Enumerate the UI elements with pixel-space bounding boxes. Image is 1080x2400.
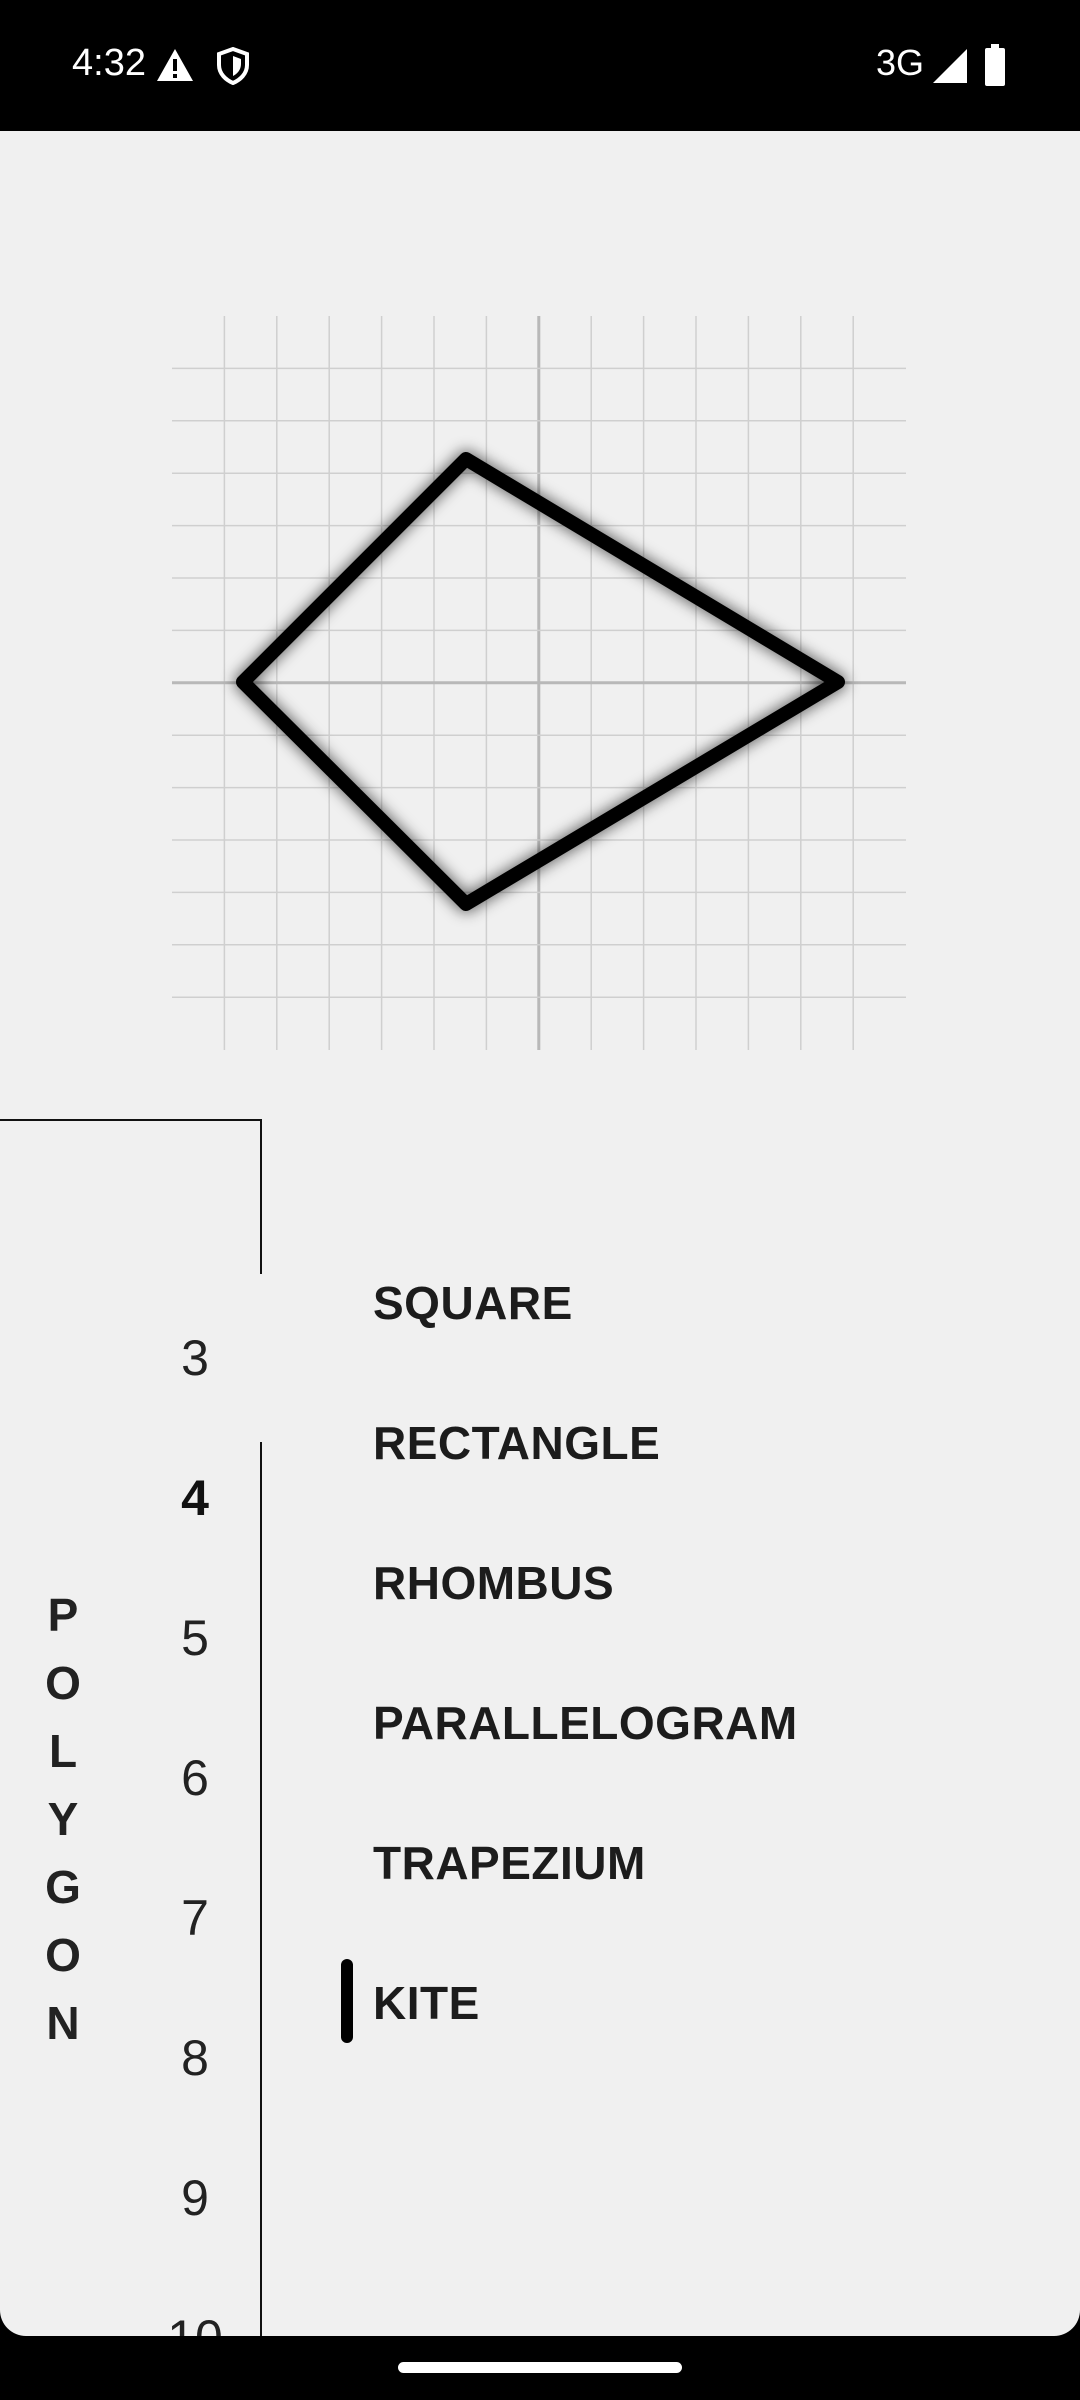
label-letter: L [48, 1725, 78, 1777]
label-letter: G [45, 1861, 81, 1913]
label-letter: O [45, 1929, 81, 1981]
sides-option-3[interactable]: 3 [130, 1329, 260, 1387]
shape-option-square[interactable]: SQUARE [373, 1276, 573, 1330]
shape-option-rectangle[interactable]: RECTANGLE [373, 1416, 660, 1470]
label-letter: Y [47, 1793, 79, 1845]
sides-option-7[interactable]: 7 [130, 1889, 260, 1947]
battery-icon [985, 44, 1005, 86]
sides-option-4[interactable]: 4 [130, 1469, 260, 1527]
navigation-bar [0, 2336, 1080, 2400]
polygon-vertical-label: P O L Y G O N [38, 1581, 88, 2057]
selection-indicator [341, 1959, 353, 2043]
shape-option-rhombus[interactable]: RHOMBUS [373, 1556, 614, 1610]
network-type: 3G [876, 42, 925, 83]
shape-option-kite[interactable]: KITE [373, 1976, 480, 2030]
signal-icon [933, 49, 967, 83]
status-bar: 4:32 3G [0, 0, 1080, 131]
warning-icon [157, 49, 193, 81]
sides-option-10[interactable]: 10 [130, 2309, 260, 2336]
shape-option-parallelogram[interactable]: PARALLELOGRAM [373, 1696, 798, 1750]
label-letter: P [47, 1589, 79, 1641]
app-screen: 3 4 5 6 7 8 9 10 P O L Y G O N SQUARE RE… [0, 131, 1080, 2336]
sides-option-6[interactable]: 6 [130, 1749, 260, 1807]
label-letter: N [46, 1997, 80, 2049]
coordinate-grid [172, 316, 906, 1050]
shape-preview-canvas [172, 316, 906, 1050]
sides-option-5[interactable]: 5 [130, 1609, 260, 1667]
home-gesture-handle[interactable] [398, 2362, 682, 2373]
status-time: 4:32 [72, 42, 146, 84]
label-letter: O [45, 1657, 81, 1709]
shape-option-trapezium[interactable]: TRAPEZIUM [373, 1836, 646, 1890]
sides-option-8[interactable]: 8 [130, 2029, 260, 2087]
sides-option-9[interactable]: 9 [130, 2169, 260, 2227]
shield-icon [217, 47, 249, 85]
